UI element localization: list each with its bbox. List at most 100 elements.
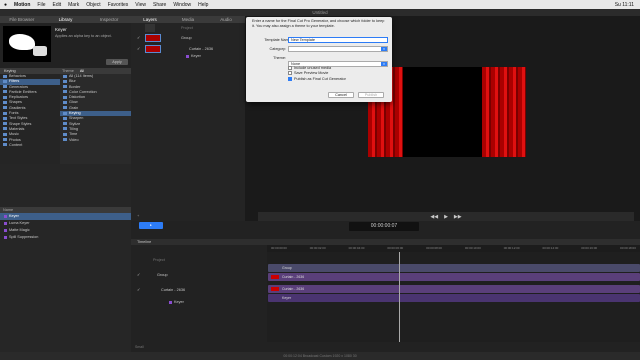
theme-filter[interactable]: All: [80, 69, 84, 73]
tab-library[interactable]: Library: [44, 17, 88, 22]
clip-thumbnail: [271, 275, 279, 279]
track-group[interactable]: Group: [268, 264, 640, 272]
preview-thumbnail: [3, 26, 51, 62]
library-item[interactable]: Keyer: [0, 213, 131, 220]
dialog-message: Enter a name for the Final Cut Pro Gener…: [252, 19, 385, 28]
timeline-group-check[interactable]: ✓: [137, 272, 140, 277]
chevron-down-icon: ▾: [381, 62, 387, 66]
folder-icon: [3, 85, 7, 89]
options-checkboxes: Include unused media Save Preview Movie …: [288, 65, 346, 82]
status-bar: 00:00:12:04 Broadcast Custom 1920 x 1080…: [0, 352, 640, 360]
category-label: Materials: [9, 126, 25, 131]
folder-icon: [3, 111, 7, 115]
category-label: Photos: [9, 137, 21, 142]
category-item[interactable]: Content: [0, 143, 60, 148]
track-curtain-1[interactable]: Curtain - 2636: [268, 273, 640, 281]
template-name-field[interactable]: New Template: [288, 37, 388, 43]
subcategory-list: All (114 Items) Blur Border Color Correctio…: [60, 74, 131, 164]
track-area: Group Curtain - 2636 Curtain - 2636 Keye…: [267, 252, 640, 342]
folder-icon: [63, 90, 67, 94]
ruler-tick-label: 00:00:12:00: [503, 246, 520, 250]
menu-view[interactable]: View: [135, 2, 146, 8]
clip-thumbnail: [271, 287, 279, 291]
curtain-right: [482, 67, 526, 157]
timeline-curtain-check[interactable]: ✓: [137, 287, 140, 292]
checkbox-box: [288, 71, 292, 76]
track-keyer[interactable]: Keyer: [268, 294, 640, 302]
menu-share[interactable]: Share: [153, 2, 166, 8]
category-label: Behaviors: [9, 74, 26, 78]
publish-button[interactable]: Publish: [358, 92, 384, 98]
subcategory-label: Sharpen: [69, 116, 84, 121]
timeline-row-keyer[interactable]: Keyer: [169, 300, 184, 304]
subcategory-label: Keying: [69, 111, 81, 116]
library-item[interactable]: Matte Magic: [0, 227, 131, 234]
layer-group[interactable]: Group: [181, 36, 192, 40]
subcategory-label: Video: [69, 137, 79, 142]
ruler-tick-label: 00:00:00:00: [271, 246, 287, 250]
layer-keyer[interactable]: Keyer: [186, 54, 201, 58]
menu-file[interactable]: File: [37, 2, 45, 8]
layer-project[interactable]: Project: [181, 26, 193, 30]
play-icon[interactable]: ▶: [444, 214, 448, 220]
menu-edit[interactable]: Edit: [52, 2, 61, 8]
layer-rows: Project ✓ Group ✓ Curtain - 2636 Keyer: [131, 23, 245, 63]
timeline-row-project[interactable]: Project: [153, 258, 165, 262]
ruler-tick-label: 00:00:18:00: [620, 246, 636, 250]
menu-clock[interactable]: Su 11:11: [615, 2, 634, 8]
timeline-panel: ▸ 00:00:00:07 Timeline Project ✓ Group ✓…: [131, 221, 640, 356]
apple-menu-icon[interactable]: ●: [4, 2, 7, 8]
category-label: Shape Styles: [9, 121, 32, 126]
menu-help[interactable]: Help: [198, 2, 208, 8]
layer-curtain[interactable]: Curtain - 2636: [189, 47, 213, 51]
timeline-row-group[interactable]: Group: [157, 273, 168, 277]
playhead[interactable]: [399, 252, 400, 342]
track-curtain-2[interactable]: Curtain - 2636: [268, 285, 640, 293]
item-list: Keyer Luma Keyer Matte Magic Spill Suppress…: [0, 213, 131, 241]
tab-layers[interactable]: Layers: [131, 17, 169, 22]
tab-audio[interactable]: Audio: [207, 17, 245, 22]
theme-label-dialog: Theme:: [273, 56, 286, 60]
tab-file-browser[interactable]: File Browser: [0, 17, 44, 22]
apply-button[interactable]: Apply: [106, 59, 128, 65]
cancel-button[interactable]: Cancel: [328, 92, 354, 98]
tab-media[interactable]: Media: [169, 17, 207, 22]
folder-icon: [63, 138, 67, 142]
menu-object[interactable]: Object: [86, 2, 100, 8]
timecode-display[interactable]: 00:00:00:07: [349, 222, 419, 231]
filter-icon: [186, 54, 189, 58]
folder-icon: [3, 106, 7, 110]
rewind-icon[interactable]: ◀◀: [430, 214, 438, 220]
menu-window[interactable]: Window: [173, 2, 191, 8]
project-thumbnail: [145, 24, 155, 32]
checkbox-label: Publish as Final Cut Generator: [294, 76, 346, 81]
filter-icon: [169, 300, 172, 304]
curtain-thumbnail: [145, 45, 161, 53]
select-tool-button[interactable]: ▸: [139, 222, 163, 229]
group-visible-checkbox[interactable]: ✓: [137, 35, 140, 40]
library-item[interactable]: Spill Suppression: [0, 234, 131, 241]
folder-icon: [3, 138, 7, 142]
publish-as-generator-checkbox[interactable]: Publish as Final Cut Generator: [288, 76, 346, 82]
forward-icon[interactable]: ▶▶: [454, 214, 462, 220]
add-layer-icon[interactable]: +: [137, 213, 139, 218]
window-title: Untitled: [0, 9, 640, 16]
library-item-label: Spill Suppression: [9, 235, 39, 239]
category-popup[interactable]: ▾: [288, 46, 388, 52]
time-ruler[interactable]: 00:00:00:00 00:00:02:00 00:00:04:00 00:00:0…: [267, 245, 640, 252]
folder-icon: [3, 116, 7, 120]
folder-icon: [63, 95, 67, 99]
zoom-size-label[interactable]: Small: [135, 345, 144, 349]
menu-mark[interactable]: Mark: [68, 2, 79, 8]
tab-inspector[interactable]: Inspector: [87, 17, 131, 22]
library-item[interactable]: Luma Keyer: [0, 220, 131, 227]
subcategory-item[interactable]: Video: [60, 138, 131, 143]
transport-bar: ◀◀ ▶ ▶▶: [258, 212, 634, 221]
menu-favorites[interactable]: Favorites: [108, 2, 129, 8]
subcategory-label: Stylize: [69, 121, 81, 126]
ruler-tick-label: 00:00:06:00: [387, 246, 404, 250]
library-browser: Behaviors Filters Generators Particle Emitt…: [0, 74, 131, 164]
app-menu[interactable]: Motion: [14, 2, 30, 8]
timeline-row-curtain[interactable]: Curtain - 2636: [161, 288, 185, 292]
curtain-visible-checkbox[interactable]: ✓: [137, 46, 140, 51]
